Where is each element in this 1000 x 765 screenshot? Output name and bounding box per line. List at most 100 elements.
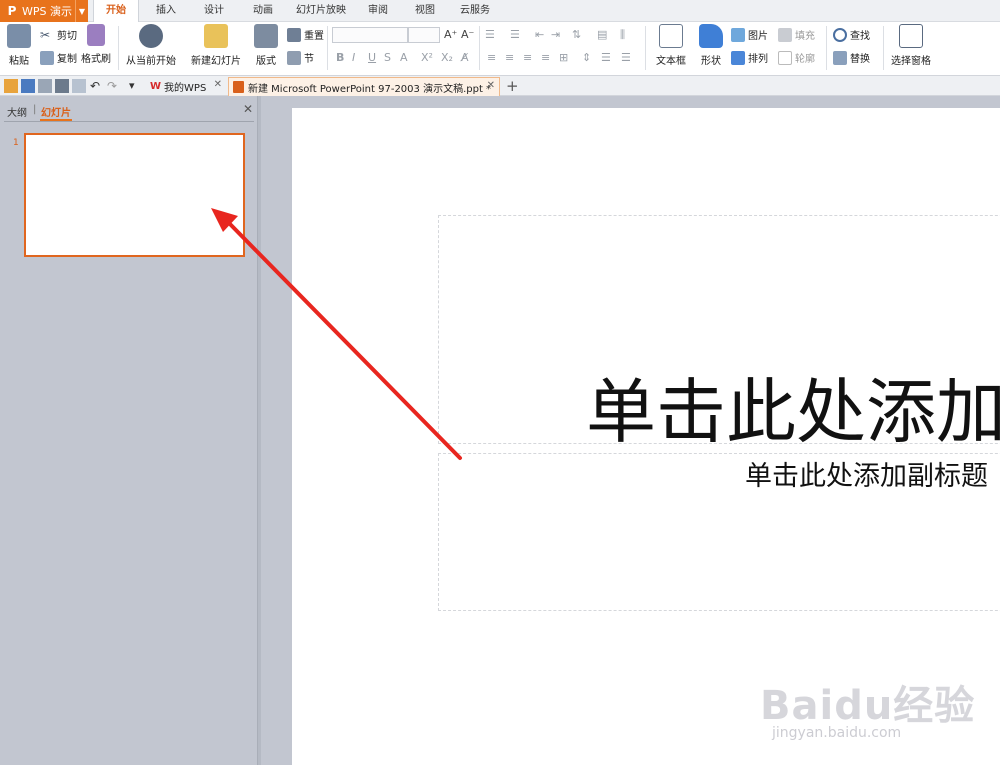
tab-slides[interactable]: 幻灯片 [41,104,71,119]
arrange-icon [731,50,745,65]
superscript-icon[interactable]: X² [421,51,433,64]
new-slide-label: 新建幻灯片 [191,56,241,67]
picture-button[interactable]: 图片 [731,27,768,42]
find-button[interactable]: 查找 [833,27,870,42]
export-pdf-icon[interactable] [38,79,52,93]
watermark: Baidu经验 jingyan.baidu.com [760,655,974,750]
line-spacing-icon[interactable]: ⇕ [582,51,591,64]
new-tab-icon[interactable]: + [506,77,519,95]
tab-review[interactable]: 审阅 [358,0,398,22]
layout-button[interactable]: 版式 [251,24,281,67]
align-right-icon[interactable]: ≡ [523,51,532,64]
from-current-button[interactable]: 从当前开始 [123,24,179,67]
format-painter-button[interactable]: 格式刷 [80,24,112,65]
paste-label: 粘贴 [9,56,29,67]
increase-indent-icon[interactable]: ⇥ [551,28,560,41]
copy-icon [40,50,54,65]
cut-label: 剪切 [57,31,77,42]
outline-icon [778,50,792,65]
chevron-down-icon: ▼ [75,0,88,22]
find-label: 查找 [850,31,870,42]
numbering-icon[interactable]: ☰ [510,28,520,41]
play-icon [139,24,163,48]
ribbon-divider [883,26,884,70]
title-placeholder-text[interactable]: 单击此处添加标题 [586,356,1000,457]
print-icon[interactable] [55,79,69,93]
reset-icon [287,27,301,42]
paste-button[interactable]: 粘贴 [5,24,33,67]
slide-thumbnail[interactable] [24,133,245,257]
distribute-icon[interactable]: ⊞ [559,51,568,64]
cut-button[interactable]: ✂ 剪切 [40,27,77,43]
font-size-select[interactable] [408,27,440,43]
align-text-icon[interactable]: ▤ [597,28,607,41]
scissors-icon: ✂ [40,27,51,42]
shape-button[interactable]: 形状 [697,24,725,67]
tab-document[interactable]: 新建 Microsoft PowerPoint 97-2003 演示文稿.ppt… [228,77,500,96]
subscript-icon[interactable]: X₂ [441,51,453,64]
section-icon [287,50,301,65]
select-pane-icon [899,24,923,48]
select-pane-button[interactable]: 选择窗格 [889,24,933,67]
watermark-logo: Baidu经验 [760,683,976,729]
tab-my-wps[interactable]: W 我的WPS ✕ [146,77,226,96]
panel-divider [4,121,254,122]
section-label: 节 [304,54,314,65]
clear-format-icon[interactable]: A̸ [461,51,469,64]
grow-font-icon[interactable]: A⁺ [444,28,457,41]
columns-icon[interactable]: ⫼ [620,28,625,42]
align-left-icon[interactable]: ≡ [487,51,496,64]
redo-icon[interactable]: ↷ [107,79,121,93]
replace-button[interactable]: 替换 [833,50,870,65]
undo-icon[interactable]: ↶ [90,79,104,93]
text-box-button[interactable]: 文本框 [652,24,690,67]
replace-icon [833,50,847,65]
tab-cloud[interactable]: 云服务 [453,0,497,22]
watermark-url: jingyan.baidu.com [772,725,902,741]
wps-presentation-window: P WPS 演示 ▼ 开始 插入 设计 动画 幻灯片放映 审阅 视图 云服务 粘… [0,0,1000,765]
arrange-button[interactable]: 排列 [731,50,768,65]
tab-view[interactable]: 视图 [405,0,445,22]
paragraph-spacing-icon[interactable]: ☰ [601,51,611,64]
subtitle-placeholder-text[interactable]: 单击此处添加副标题 [745,454,988,493]
shrink-font-icon[interactable]: A⁻ [461,28,474,41]
tab-slideshow[interactable]: 幻灯片放映 [291,0,351,22]
tab-my-wps-label: 我的WPS [164,83,207,94]
justify-icon[interactable]: ≡ [541,51,550,64]
outline-button[interactable]: 轮廓 [778,50,815,65]
paragraph-settings-icon[interactable]: ☰ [621,51,631,64]
print-preview-icon[interactable] [72,79,86,93]
tab-design[interactable]: 设计 [194,0,234,22]
reset-button[interactable]: 重置 [287,27,324,42]
close-icon[interactable]: ✕ [243,102,253,116]
close-icon[interactable]: ✕ [487,80,495,91]
strikethrough-icon[interactable]: S [384,51,391,64]
bold-icon[interactable]: B [336,51,344,64]
close-icon[interactable]: ✕ [214,79,222,90]
underline-icon[interactable]: U [368,51,376,64]
font-color-icon[interactable]: A [400,51,408,64]
save-icon[interactable] [21,79,35,93]
customize-toolbar-icon[interactable]: ▾ [129,79,143,93]
app-menu-button[interactable]: P WPS 演示 ▼ [0,0,88,22]
search-icon [833,27,847,42]
copy-button[interactable]: 复制 [40,50,77,65]
slide-number: 1 [13,138,19,148]
decrease-indent-icon[interactable]: ⇤ [535,28,544,41]
tab-home[interactable]: 开始 [93,0,139,23]
align-center-icon[interactable]: ≡ [505,51,514,64]
bullets-icon[interactable]: ☰ [485,28,495,41]
fill-button[interactable]: 填充 [778,27,815,42]
tab-insert[interactable]: 插入 [146,0,186,22]
tab-animation[interactable]: 动画 [243,0,283,22]
fill-bucket-icon [778,27,792,42]
new-slide-button[interactable]: 新建幻灯片 [187,24,245,67]
menu-bar: P WPS 演示 ▼ 开始 插入 设计 动画 幻灯片放映 审阅 视图 云服务 [0,0,1000,23]
tab-outline[interactable]: 大纲 [7,104,27,119]
italic-icon[interactable]: I [352,51,355,64]
font-name-select[interactable] [332,27,408,43]
clipboard-icon [7,24,31,48]
open-folder-icon[interactable] [4,79,18,93]
section-button[interactable]: 节 [287,50,314,65]
text-direction-icon[interactable]: ⇅ [572,28,581,41]
